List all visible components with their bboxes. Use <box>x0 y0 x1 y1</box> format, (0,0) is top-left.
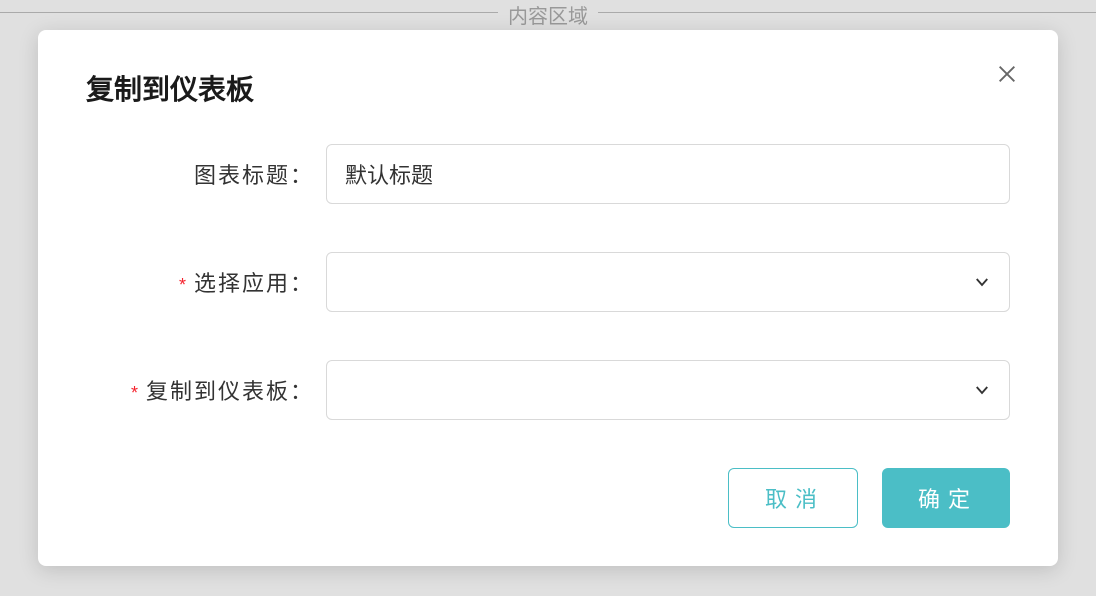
copy-dashboard-label: * 复制到仪表板： <box>86 374 326 406</box>
required-mark: * <box>179 275 188 295</box>
required-mark: * <box>131 383 140 403</box>
chevron-down-icon <box>973 273 991 291</box>
select-app-label: * 选择应用： <box>86 266 326 298</box>
cancel-button[interactable]: 取消 <box>728 468 858 528</box>
chart-title-label: 图表标题： <box>86 158 326 190</box>
close-button[interactable] <box>992 58 1022 94</box>
copy-dashboard-label-text: 复制到仪表板： <box>146 379 314 404</box>
close-icon <box>996 63 1018 85</box>
chevron-down-icon <box>973 381 991 399</box>
form-row-copy-dashboard: * 复制到仪表板： <box>86 360 1010 420</box>
chart-title-input[interactable] <box>326 144 1010 204</box>
modal-backdrop: 复制到仪表板 图表标题： * 选择应用： <box>0 0 1096 596</box>
modal-dialog: 复制到仪表板 图表标题： * 选择应用： <box>38 30 1058 566</box>
form-row-chart-title: 图表标题： <box>86 144 1010 204</box>
form-row-select-app: * 选择应用： <box>86 252 1010 312</box>
confirm-button[interactable]: 确定 <box>882 468 1010 528</box>
select-app-label-text: 选择应用： <box>194 271 314 296</box>
select-app-dropdown[interactable] <box>326 252 1010 312</box>
modal-title: 复制到仪表板 <box>86 68 1010 108</box>
copy-dashboard-dropdown[interactable] <box>326 360 1010 420</box>
form-actions: 取消 确定 <box>86 468 1010 528</box>
